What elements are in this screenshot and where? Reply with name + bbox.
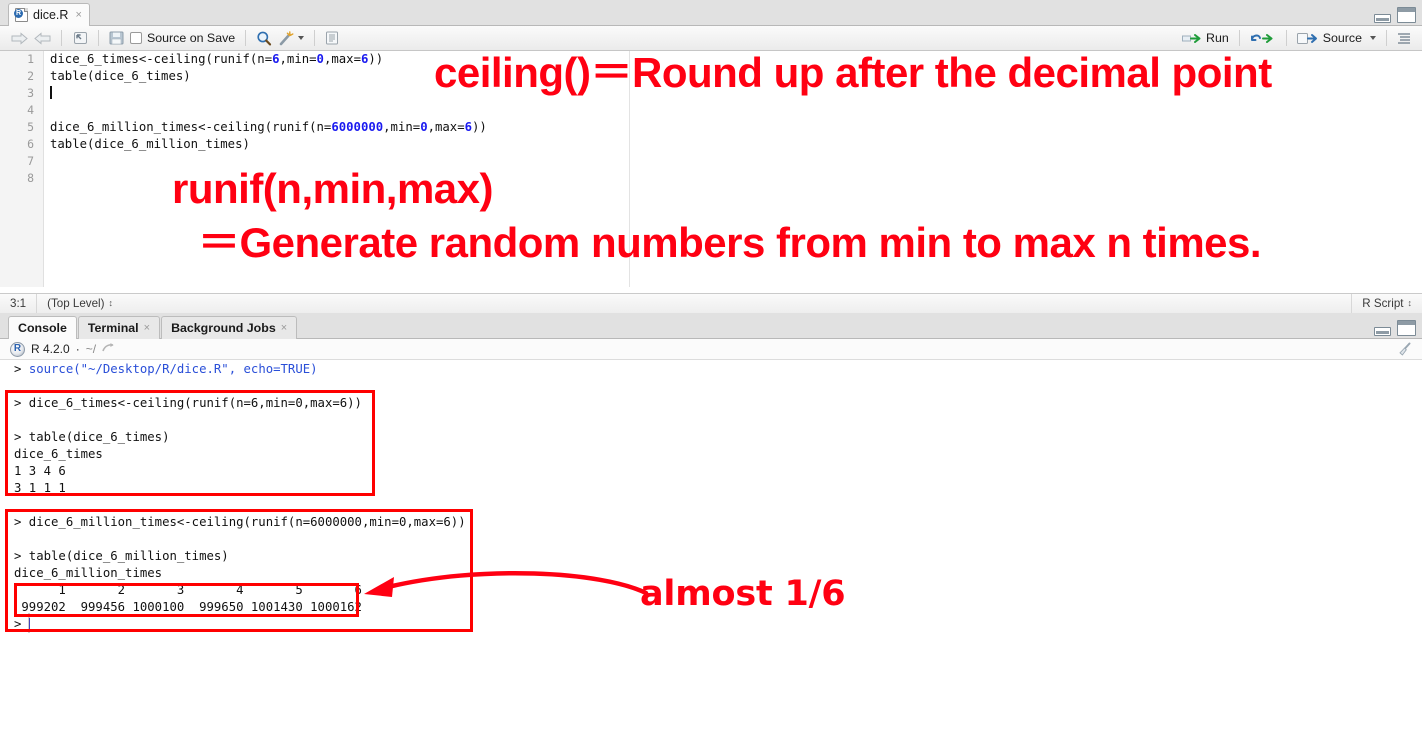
doc-type-label: R Script: [1362, 297, 1404, 310]
tab-label: Background Jobs: [171, 321, 276, 335]
editor-tab-label: dice.R: [33, 8, 69, 22]
cursor-position: 3:1: [10, 297, 27, 310]
annotation-generate: ＝Generate random numbers from min to max…: [198, 219, 1262, 266]
close-icon[interactable]: ×: [144, 322, 150, 334]
header-separator: ·: [75, 342, 80, 356]
first-dice-result-box: [5, 390, 375, 496]
close-icon[interactable]: ×: [75, 9, 81, 21]
rstudio-window: R dice.R × Source on Save Run Source 1 2…: [0, 0, 1422, 729]
annotation-ceiling: ceiling()＝Round up after the decimal poi…: [434, 49, 1272, 96]
r-script-file-icon: R: [14, 8, 28, 22]
line-number: 7: [27, 154, 34, 168]
scope-label: (Top Level): [47, 297, 105, 310]
run-button[interactable]: Run: [1179, 26, 1232, 50]
source-button[interactable]: Source: [1294, 26, 1379, 50]
tab-terminal[interactable]: Terminal ×: [77, 316, 161, 339]
updown-icon: ↕: [108, 298, 113, 308]
line-number: 4: [27, 103, 34, 117]
source-on-save-checkbox[interactable]: [130, 32, 142, 44]
compile-report-icon[interactable]: [322, 26, 342, 50]
close-icon[interactable]: ×: [281, 322, 287, 334]
console-header: R R 4.2.0 · ~/: [0, 339, 1422, 360]
working-directory-label: ~/: [85, 342, 97, 356]
tab-label: Terminal: [87, 321, 139, 335]
curved-arrow-icon: [364, 570, 649, 597]
source-label: Source: [1322, 31, 1362, 45]
document-outline-icon[interactable]: [1394, 26, 1414, 50]
forward-arrow-icon[interactable]: [31, 26, 54, 50]
console-line-input[interactable]: > source("~/Desktop/R/dice.R", echo=TRUE…: [14, 361, 318, 378]
scope-selector[interactable]: (Top Level) ↕: [37, 294, 123, 313]
tab-label: Console: [18, 321, 67, 335]
line-number-gutter: 1 2 3 4 5 6 7 8: [0, 51, 44, 287]
broom-icon[interactable]: [1397, 342, 1412, 357]
editor-tab-dice-r[interactable]: R dice.R ×: [8, 3, 90, 26]
r-logo-icon: R: [10, 341, 25, 357]
line-number: 5: [27, 120, 34, 134]
editor-tabbar: R dice.R ×: [0, 0, 1422, 26]
doc-type-selector[interactable]: R Script ↕: [1352, 294, 1422, 313]
tab-console[interactable]: Console: [8, 316, 77, 339]
line-number: 1: [27, 52, 34, 66]
tab-background-jobs[interactable]: Background Jobs ×: [161, 316, 298, 339]
editor-toolbar-right: Run Source: [1179, 26, 1414, 50]
r-version-label: R 4.2.0: [31, 342, 70, 356]
chevron-down-icon[interactable]: [1370, 36, 1376, 40]
editor-window-controls: [1374, 7, 1416, 23]
annotation-almost: almost 1/6: [640, 574, 846, 614]
back-arrow-icon[interactable]: [8, 26, 31, 50]
chevron-down-icon[interactable]: [298, 36, 305, 40]
open-in-new-window-icon[interactable]: [102, 342, 115, 356]
updown-icon: ↕: [1407, 298, 1413, 308]
run-label: Run: [1206, 31, 1229, 45]
minimize-icon[interactable]: [1374, 14, 1391, 23]
line-number: 8: [27, 171, 34, 185]
code-line[interactable]: table(dice_6_million_times): [50, 136, 1422, 153]
line-number: 3: [27, 86, 34, 100]
show-in-new-window-icon[interactable]: [69, 26, 91, 50]
annotation-runif: runif(n,min,max): [172, 165, 494, 212]
maximize-icon[interactable]: [1397, 7, 1416, 23]
save-icon[interactable]: [106, 26, 127, 50]
console-tab-list: Console Terminal × Background Jobs ×: [8, 316, 298, 339]
maximize-icon[interactable]: [1397, 320, 1416, 336]
magic-wand-icon[interactable]: [275, 26, 307, 50]
console-tabbar: Console Terminal × Background Jobs ×: [0, 313, 1422, 339]
frequency-table-box: [14, 583, 359, 617]
editor-statusbar: 3:1 (Top Level) ↕ R Script ↕: [0, 293, 1422, 313]
line-number: 6: [27, 137, 34, 151]
console-window-controls: [1374, 320, 1416, 336]
source-on-save-toggle[interactable]: Source on Save: [127, 26, 238, 50]
minimize-icon[interactable]: [1374, 327, 1391, 336]
line-number: 2: [27, 69, 34, 83]
editor-toolbar: Source on Save Run Source: [0, 26, 1422, 51]
rerun-icon[interactable]: [1247, 26, 1279, 50]
code-line[interactable]: dice_6_million_times<-ceiling(runif(n=60…: [50, 119, 1422, 136]
source-on-save-label: Source on Save: [147, 31, 236, 45]
source-editor-pane: R dice.R × Source on Save Run Source 1 2…: [0, 0, 1422, 313]
code-line[interactable]: [50, 102, 1422, 119]
magnifier-icon[interactable]: [253, 26, 275, 50]
